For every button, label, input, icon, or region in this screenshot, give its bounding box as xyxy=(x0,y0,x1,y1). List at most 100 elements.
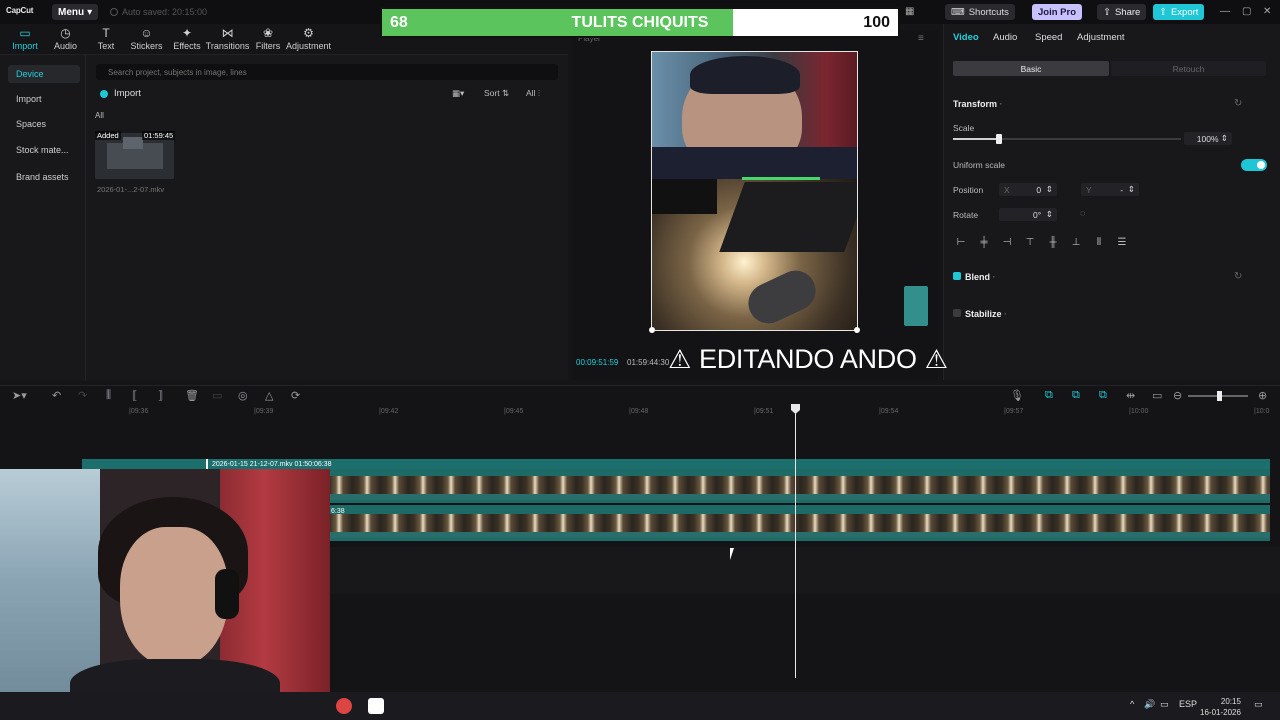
stabilize-heading[interactable]: Stabilize · xyxy=(953,309,1007,319)
distribute-v-icon[interactable]: ☰ xyxy=(1114,234,1130,250)
tool-import[interactable]: ▭ Import xyxy=(4,24,46,54)
video-clip[interactable] xyxy=(330,505,1270,541)
resize-handle[interactable] xyxy=(649,327,655,333)
align-center-h-icon[interactable]: ╪ xyxy=(976,234,992,250)
capcut-app-icon[interactable] xyxy=(368,698,384,714)
media-search-input[interactable] xyxy=(96,64,558,80)
rotate-field[interactable]: 0° ⇕ xyxy=(999,208,1057,221)
distribute-h-icon[interactable]: ⫴ xyxy=(1091,234,1107,250)
tool-filters[interactable]: ❀ Filters xyxy=(247,24,289,54)
adjustment-icon: ⚙ xyxy=(303,26,314,40)
resize-handle[interactable] xyxy=(854,327,860,333)
minimize-icon[interactable]: — xyxy=(1220,6,1230,17)
blend-checkbox[interactable] xyxy=(953,272,961,280)
preview-axis-icon[interactable]: ⧉ xyxy=(1099,389,1107,402)
layout-icon[interactable]: ▦ xyxy=(905,6,914,17)
network-icon[interactable]: ▭ xyxy=(1160,699,1169,710)
split-left-icon[interactable]: ⟦ xyxy=(132,389,137,402)
nav-brand-assets[interactable]: Brand assets xyxy=(8,168,80,186)
link-icon[interactable]: ⧉ xyxy=(1072,389,1080,402)
tool-text[interactable]: T Text xyxy=(85,24,127,54)
autosave-text: Auto saved: 20:15:00 xyxy=(122,7,208,17)
tab-retouch[interactable]: Retouch xyxy=(1111,61,1266,76)
align-left-icon[interactable]: ⊢ xyxy=(953,234,969,250)
delete-icon[interactable]: 🗑 xyxy=(185,389,199,402)
zoom-out-icon[interactable]: ⊖ xyxy=(1173,389,1182,402)
uniform-scale-toggle[interactable] xyxy=(1241,159,1267,171)
tool-stickers[interactable]: ☺ Stickers xyxy=(126,24,168,54)
share-button[interactable]: ⇪ Share xyxy=(1097,4,1147,20)
split-icon[interactable]: ⫼ xyxy=(106,389,111,402)
sort-button[interactable]: Sort ⇅ xyxy=(484,88,509,99)
shortcuts-button[interactable]: ⌨ Shortcuts xyxy=(945,4,1015,20)
align-top-icon[interactable]: ⊤ xyxy=(1022,234,1038,250)
tool-transitions[interactable]: ⋈ Transitions xyxy=(205,24,250,54)
empty-track[interactable] xyxy=(330,547,1280,594)
reset-icon[interactable]: ↻ xyxy=(1234,271,1242,282)
nav-device[interactable]: Device xyxy=(8,65,80,83)
align-right-icon[interactable]: ⊣ xyxy=(999,234,1015,250)
nav-spaces[interactable]: Spaces xyxy=(8,115,80,133)
nav-stock-material[interactable]: Stock mate... xyxy=(8,141,80,159)
tool-label: Effects xyxy=(173,41,201,51)
tool-label: Transitions xyxy=(205,41,250,51)
autosave-icon xyxy=(110,8,118,16)
blend-heading[interactable]: Blend · xyxy=(953,272,996,282)
video-preview[interactable] xyxy=(651,51,858,331)
player-menu-icon[interactable]: ≡ xyxy=(918,33,924,44)
nav-import[interactable]: Import xyxy=(8,90,80,108)
video-clip[interactable] xyxy=(330,469,1270,503)
tab-basic[interactable]: Basic xyxy=(953,61,1109,76)
speed-icon[interactable]: ◎ xyxy=(238,389,248,402)
transform-heading: Transform · xyxy=(953,99,1003,109)
position-x-field[interactable]: X0 ⇕ xyxy=(999,183,1057,196)
rotate-dial-icon[interactable]: ◌ xyxy=(1080,208,1085,218)
filter-button[interactable]: All ⫶ xyxy=(526,88,540,99)
align-center-v-icon[interactable]: ╫ xyxy=(1045,234,1061,250)
tool-adjustment[interactable]: ⚙ Adjustment xyxy=(286,24,331,54)
split-right-icon[interactable]: ⟧ xyxy=(158,389,163,402)
undo-icon[interactable]: ↶ xyxy=(52,389,61,402)
sticker-icon: ☺ xyxy=(140,26,153,40)
maximize-icon[interactable]: ▢ xyxy=(1242,6,1251,17)
close-icon[interactable]: ✕ xyxy=(1263,6,1271,17)
time-ruler[interactable]: |09:36 |09:39 |09:42 |09:45 |09:48 |09:51 |09:… xyxy=(82,408,1280,422)
microphone-icon[interactable]: 🎙 xyxy=(1010,389,1024,402)
loop-icon[interactable]: ⟳ xyxy=(291,389,300,402)
tool-effects[interactable]: ✦ Effects xyxy=(166,24,208,54)
tab-audio[interactable]: Audio xyxy=(993,32,1017,43)
select-tool-icon[interactable]: ➤▾ xyxy=(12,389,27,402)
system-clock[interactable]: 20:15 16-01-2026 xyxy=(1200,696,1241,718)
playhead[interactable] xyxy=(795,406,796,678)
volume-icon[interactable]: 🔊 xyxy=(1144,699,1155,710)
tray-chevron-icon[interactable]: ^ xyxy=(1130,699,1134,709)
menu-button[interactable]: Menu ▾ xyxy=(52,4,99,20)
tab-video[interactable]: Video xyxy=(953,32,979,43)
tab-adjustment[interactable]: Adjustment xyxy=(1077,32,1125,43)
magnet-icon[interactable]: ⧉ xyxy=(1045,389,1053,402)
notification-icon[interactable]: ▭ xyxy=(1254,699,1263,710)
grid-view-icon[interactable]: ▦▾ xyxy=(452,88,464,99)
align-bottom-icon[interactable]: ⊥ xyxy=(1068,234,1084,250)
position-y-field[interactable]: Y- ⇕ xyxy=(1081,183,1139,196)
stabilize-checkbox[interactable] xyxy=(953,309,961,317)
obs-app-icon[interactable] xyxy=(336,698,352,714)
scale-slider-knob[interactable] xyxy=(995,134,1002,144)
crop-icon[interactable]: ▭ xyxy=(212,389,222,402)
caption-icon[interactable]: ▭ xyxy=(1152,389,1162,402)
zoom-in-icon[interactable]: ⊕ xyxy=(1258,389,1267,402)
export-button[interactable]: ⇧ Export xyxy=(1153,4,1205,20)
language-indicator[interactable]: ESP xyxy=(1179,699,1197,709)
join-pro-button[interactable]: Join Pro xyxy=(1032,4,1083,20)
zoom-slider-knob[interactable] xyxy=(1217,391,1222,401)
tool-audio[interactable]: ◷ Audio xyxy=(45,24,87,54)
reset-icon[interactable]: ↻ xyxy=(1234,98,1242,109)
tab-speed[interactable]: Speed xyxy=(1035,32,1062,43)
redo-icon[interactable]: ↷ xyxy=(78,389,87,402)
snap-icon[interactable]: ⇹ xyxy=(1126,389,1135,402)
mirror-icon[interactable]: △ xyxy=(265,389,273,402)
total-time: 01:59:44:30 xyxy=(627,358,670,367)
import-button[interactable]: Import xyxy=(100,88,141,99)
scale-value-box[interactable]: 100% ⇕ xyxy=(1184,132,1232,145)
nav-brand-label: Brand assets xyxy=(16,172,69,182)
